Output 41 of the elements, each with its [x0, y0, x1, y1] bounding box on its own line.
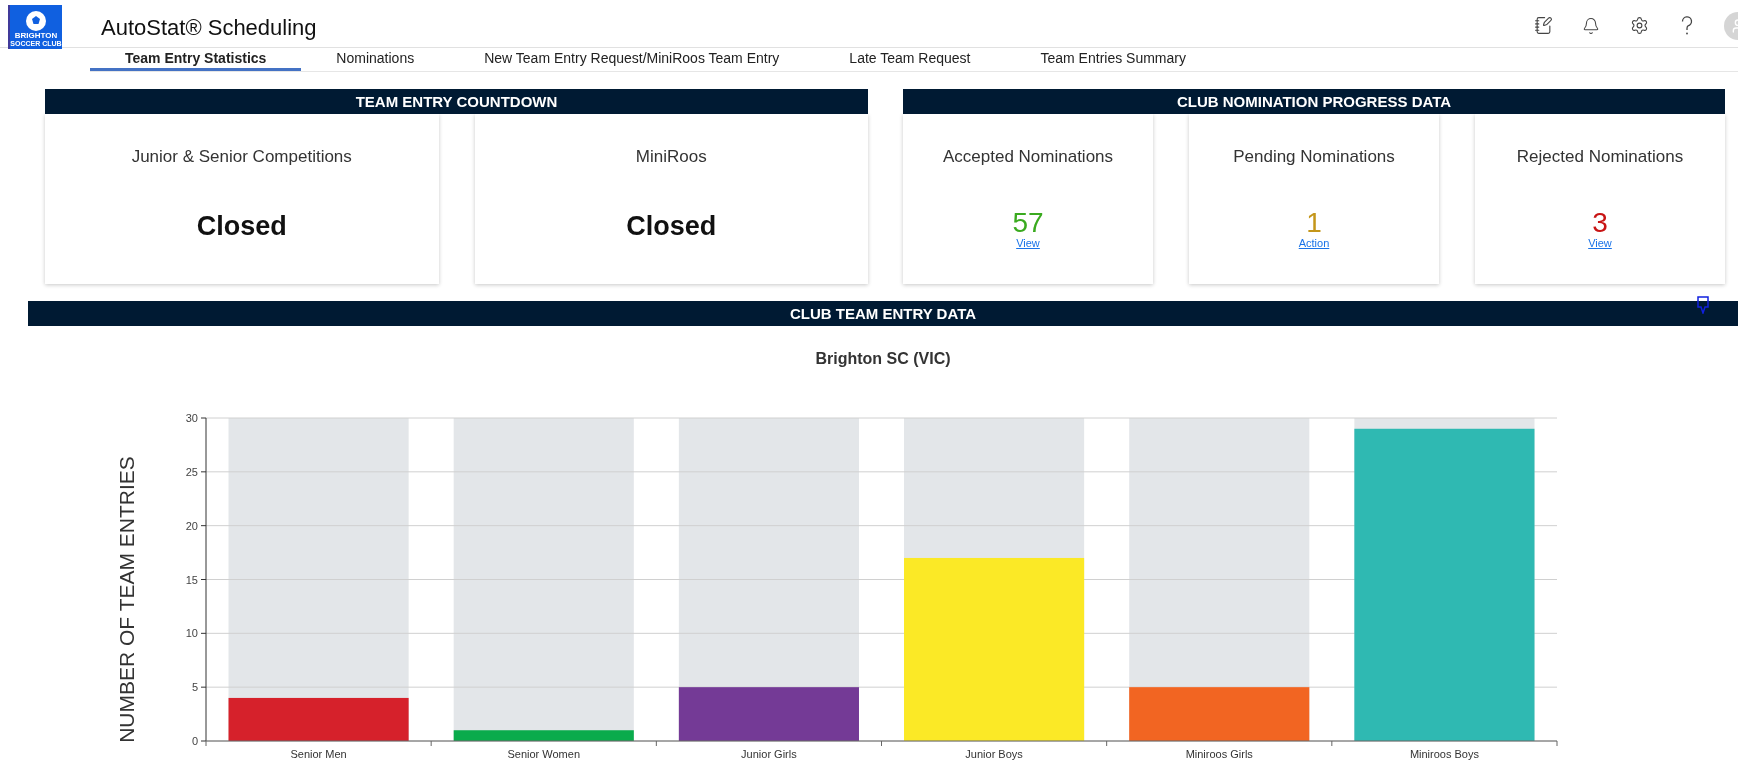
logo-text: BRIGHTON — [14, 31, 58, 40]
status-value: Closed — [196, 211, 287, 242]
app-title: AutoStat® Scheduling — [101, 14, 317, 41]
x-tick-label: Senior Men — [290, 748, 347, 760]
card-label: Accepted Nominations — [942, 147, 1114, 167]
x-tick-label: Junior Girls — [741, 748, 797, 760]
y-axis-title: NUMBER OF TEAM ENTRIES — [115, 456, 138, 743]
y-tick-label: 25 — [185, 465, 198, 478]
pin-icon[interactable] — [1696, 296, 1710, 314]
section-header: CLUB NOMINATION PROGRESS DATA — [903, 89, 1725, 114]
tab[interactable]: New Team Entry Request/MiniRoos Team Entry — [449, 48, 815, 71]
card-label: Junior & Senior Competitions — [131, 147, 352, 167]
tab[interactable]: Team Entry Statistics — [90, 48, 302, 71]
card-link[interactable]: View — [1016, 237, 1040, 249]
count-value: 57 — [1012, 209, 1044, 237]
x-tick-label: Senior Women — [507, 748, 581, 760]
card-label: Rejected Nominations — [1516, 147, 1684, 167]
section-header: TEAM ENTRY COUNTDOWN — [45, 89, 868, 114]
status-value: Closed — [626, 211, 717, 242]
card-link[interactable]: View — [1588, 237, 1612, 249]
count-value: 3 — [1592, 209, 1608, 237]
card-link[interactable]: Action — [1298, 237, 1330, 249]
tab[interactable]: Late Team Request — [814, 48, 1006, 71]
y-tick-label: 20 — [185, 519, 198, 532]
count-value: 1 — [1306, 209, 1322, 237]
y-tick-label: 30 — [185, 412, 198, 424]
y-tick-label: 10 — [185, 627, 198, 640]
card-label: MiniRoos — [635, 147, 707, 167]
y-tick-label: 15 — [185, 573, 198, 586]
card-label: Pending Nominations — [1233, 147, 1395, 167]
x-tick-label: Miniroos Boys — [1409, 748, 1479, 760]
tab[interactable]: Nominations — [301, 48, 450, 71]
tab[interactable]: Team Entries Summary — [1005, 48, 1221, 71]
y-tick-label: 5 — [191, 681, 198, 694]
x-tick-label: Junior Boys — [965, 748, 1023, 760]
soccer-ball-icon — [25, 9, 47, 32]
y-tick-label: 0 — [191, 735, 198, 747]
notebook-pen-icon[interactable] — [1532, 14, 1554, 37]
x-tick-label: Miniroos Girls — [1185, 748, 1253, 760]
section-title: CLUB TEAM ENTRY DATA — [789, 305, 977, 322]
chart-title: Brighton SC (VIC) — [814, 350, 952, 368]
